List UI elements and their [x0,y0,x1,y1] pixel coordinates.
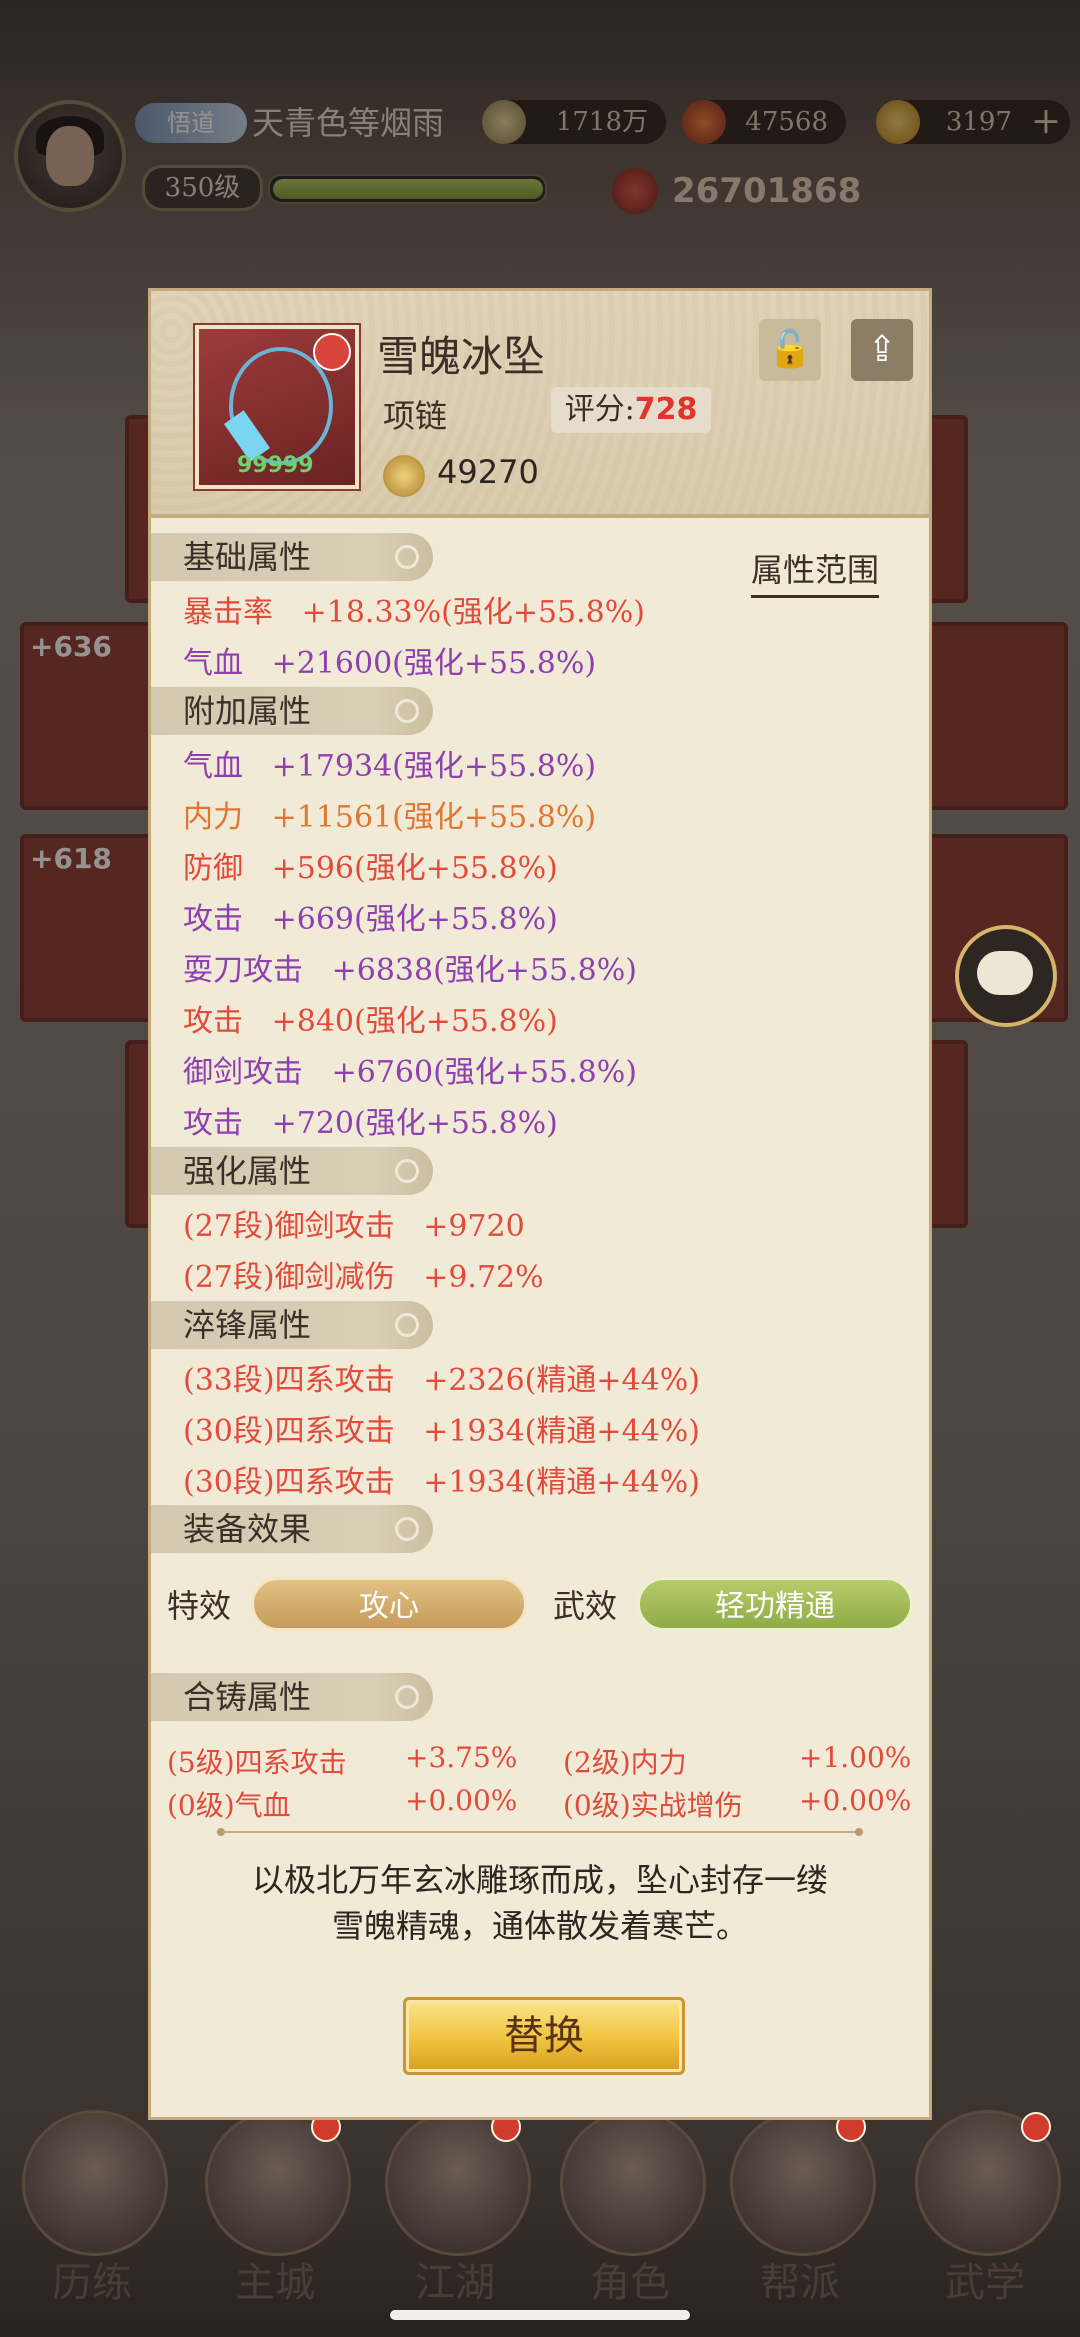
cast-attr-value: +3.75% [405,1741,518,1774]
item-name: 雪魄冰坠 [377,332,546,381]
extra-attr-row: 内力 +11561(强化+55.8%) [183,800,597,835]
temper-attr-row: (30段)四系攻击 +1934(精通+44%) [183,1414,700,1449]
divider [221,1831,859,1833]
base-attr-row: 暴击率 +18.33%(强化+55.8%) [183,595,645,630]
chat-bubble-icon [977,951,1033,995]
section-temper: 淬锋属性 [151,1301,433,1349]
extra-attr-row: 攻击 +669(强化+55.8%) [183,902,558,937]
special-effect-button[interactable]: 攻心 [251,1577,527,1631]
extra-attr-row: 攻击 +720(强化+55.8%) [183,1106,558,1141]
cast-attr-value: +0.00% [799,1784,912,1817]
coin-icon [383,455,425,497]
nav-main-city[interactable]: 主城 [195,2090,355,2320]
nav-guild[interactable]: 帮派 [720,2090,880,2320]
item-description-line: 以极北万年玄冰雕琢而成，坠心封存一缕 [251,1861,828,1899]
share-button[interactable]: ⇪ [851,319,913,381]
section-base: 基础属性 [151,533,433,581]
item-type: 项链 [383,397,448,435]
section-enhance: 强化属性 [151,1147,433,1195]
lock-button[interactable]: 🔓 [759,319,821,381]
extra-attr-row: 防御 +596(强化+55.8%) [183,851,558,886]
share-icon: ⇪ [866,329,898,370]
character-icon [560,2110,706,2256]
extra-attr-row: 御剑攻击 +6760(强化+55.8%) [183,1055,637,1090]
nav-label: 主城 [235,2260,315,2306]
nav-training[interactable]: 历练 [12,2090,172,2320]
chat-button[interactable] [955,925,1057,1027]
nav-character[interactable]: 角色 [550,2090,710,2320]
cast-attr-value: +0.00% [405,1784,518,1817]
icon-level-text: 99999 [237,453,314,478]
nav-label: 帮派 [760,2260,840,2306]
extra-attr-row: 攻击 +840(强化+55.8%) [183,1004,558,1039]
base-attr-row: 气血 +21600(强化+55.8%) [183,646,597,681]
section-cast: 合铸属性 [151,1673,433,1721]
cast-attr-value: +1.00% [799,1741,912,1774]
nav-jianghu[interactable]: 江湖 [375,2090,535,2320]
item-description-line: 雪魄精魂，通体散发着寒芒。 [331,1907,748,1945]
coin-value: 49270 [437,453,539,491]
quality-badge-icon [313,333,351,371]
temper-attr-row: (30段)四系攻击 +1934(精通+44%) [183,1465,700,1500]
cast-attr-name: (0级)实战增伤 [563,1789,743,1822]
enhance-attr-row: (27段)御剑减伤 +9.72% [183,1260,544,1295]
nav-martial-arts[interactable]: 武学 [905,2090,1065,2320]
cast-attr-name: (5级)四系攻击 [167,1746,347,1779]
item-detail-panel: 99999 雪魄冰坠 项链 评分:728 49270 🔓 ⇪ 基础属性 属性范围… [148,288,932,2120]
attribute-range-link[interactable]: 属性范围 [751,545,880,598]
section-effect: 装备效果 [151,1505,433,1553]
temper-attr-row: (33段)四系攻击 +2326(精通+44%) [183,1363,700,1398]
nav-label: 江湖 [415,2260,495,2306]
enhance-attr-row: (27段)御剑攻击 +9720 [183,1209,525,1244]
notification-dot [1021,2112,1051,2142]
unlock-icon: 🔓 [767,329,813,370]
home-indicator[interactable] [390,2310,690,2320]
cast-attr-name: (2级)内力 [563,1746,687,1779]
replace-button[interactable]: 替换 [403,1997,685,2075]
nav-label: 武学 [945,2260,1025,2306]
martial-effect-label: 武效 [553,1587,618,1625]
special-effect-label: 特效 [167,1587,232,1625]
nav-label: 角色 [590,2260,670,2306]
training-icon [22,2110,168,2256]
extra-attr-row: 耍刀攻击 +6838(强化+55.8%) [183,953,637,988]
cast-attr-name: (0级)气血 [167,1789,291,1822]
bottom-nav: 历练 主城 江湖 角色 帮派 武学 [0,2090,1080,2337]
martial-effect-button[interactable]: 轻功精通 [637,1577,913,1631]
nav-label: 历练 [52,2260,132,2306]
necklace-icon: 99999 [195,325,359,489]
extra-attr-row: 气血 +17934(强化+55.8%) [183,749,597,784]
section-extra: 附加属性 [151,687,433,735]
item-score: 评分:728 [551,387,711,433]
